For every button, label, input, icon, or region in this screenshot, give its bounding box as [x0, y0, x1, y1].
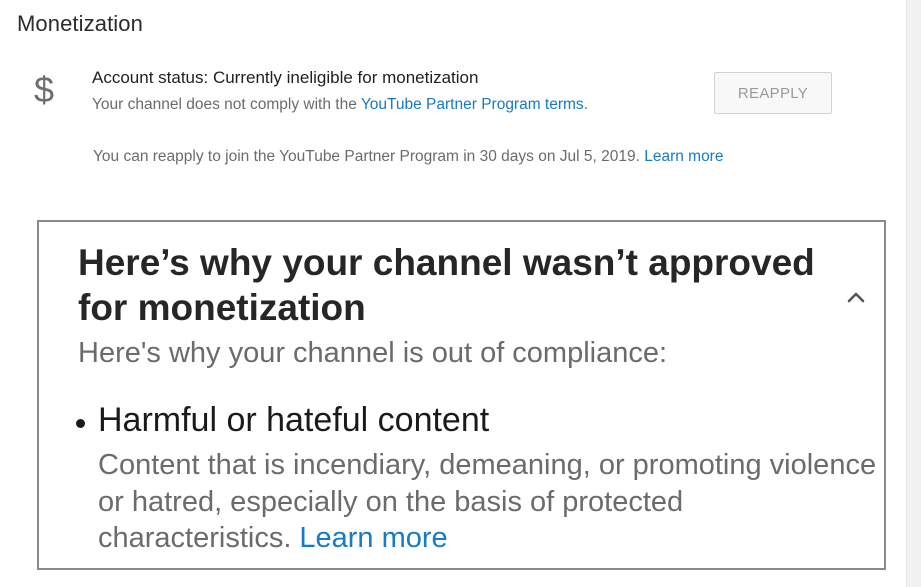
partner-program-terms-link[interactable]: YouTube Partner Program terms: [361, 96, 584, 113]
reason-title: Harmful or hateful content: [98, 401, 490, 439]
chevron-up-icon[interactable]: [846, 290, 866, 304]
reason-learn-more-link[interactable]: Learn more: [299, 522, 447, 554]
reapply-button[interactable]: REAPPLY: [714, 72, 832, 114]
scrollbar[interactable]: [906, 0, 921, 587]
reason-description-text: Content that is incendiary, demeaning, o…: [98, 449, 877, 554]
reason-description: Content that is incendiary, demeaning, o…: [98, 447, 878, 557]
dollar-icon: $: [34, 70, 54, 110]
svg-text:$: $: [34, 70, 54, 110]
card-heading: Here’s why your channel wasn’t approved …: [78, 242, 815, 328]
account-status-text: Account status: Currently ineligible for…: [92, 68, 479, 87]
reapply-note: You can reapply to join the YouTube Part…: [93, 148, 723, 166]
learn-more-link[interactable]: Learn more: [644, 148, 723, 165]
card-subheading: Here's why your channel is out of compli…: [78, 337, 668, 369]
compliance-suffix: .: [583, 96, 588, 113]
bullet-dot: [76, 419, 85, 428]
reapply-note-text: You can reapply to join the YouTube Part…: [93, 148, 640, 165]
monetization-page: Monetization $ Account status: Currently…: [0, 0, 921, 587]
section-title: Monetization: [17, 11, 143, 36]
compliance-prefix: Your channel does not comply with the: [92, 96, 361, 113]
compliance-message: Your channel does not comply with the Yo…: [92, 96, 588, 114]
rejection-reason-card: Here’s why your channel wasn’t approved …: [37, 220, 886, 570]
